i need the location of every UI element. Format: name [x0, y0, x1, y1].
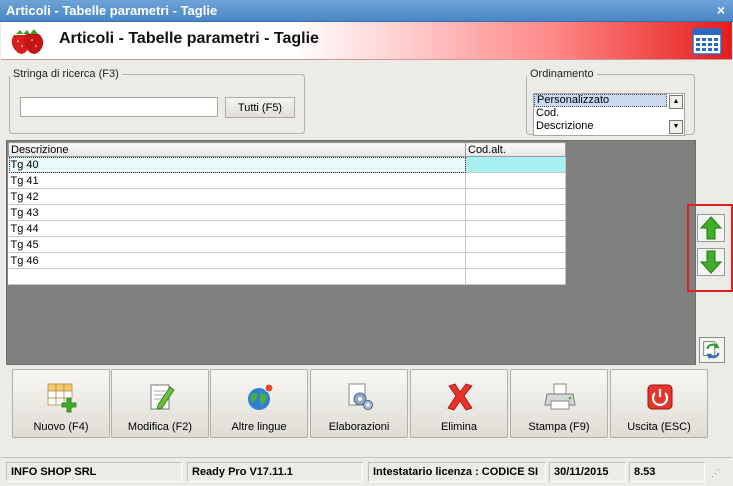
table-row[interactable]: Tg 41: [8, 172, 566, 189]
table-cell[interactable]: [465, 204, 566, 221]
elaborazioni-label: Elaborazioni: [328, 421, 390, 433]
table-cell[interactable]: [465, 156, 566, 173]
ordering-label: Ordinamento: [530, 68, 594, 80]
ordering-option[interactable]: Descrizione: [534, 120, 667, 133]
altre-lingue-label: Altre lingue: [231, 421, 287, 433]
ordering-group: Ordinamento Personalizzato Cod. Descrizi…: [526, 68, 695, 136]
window-titlebar: Articoli - Tabelle parametri - Taglie ×: [0, 0, 733, 22]
delete-icon: [447, 383, 473, 411]
search-label: Stringa di ricerca (F3): [13, 68, 119, 80]
main-body: Stringa di ricerca (F3) Tutti (F5) Ordin…: [1, 61, 733, 456]
table-cell[interactable]: [465, 252, 566, 269]
table-cell[interactable]: Tg 40: [8, 156, 466, 173]
edit-icon: [150, 384, 175, 410]
status-version: Ready Pro V17.11.1: [187, 462, 363, 482]
page-title: Articoli - Tabelle parametri - Taglie: [59, 30, 319, 47]
status-time: 8.53: [629, 462, 705, 482]
status-date: 30/11/2015: [549, 462, 626, 482]
elaborazioni-button[interactable]: Elaborazioni: [310, 369, 408, 438]
gears-document-icon: [348, 383, 373, 410]
status-bar: INFO SHOP SRL Ready Pro V17.11.1 Intesta…: [1, 457, 732, 485]
globe-icon: [248, 383, 274, 410]
close-icon[interactable]: ×: [717, 2, 725, 18]
power-icon: [647, 384, 673, 410]
status-license: Intestatario licenza : CODICE SI: [368, 462, 546, 482]
grid-area: Descrizione Cod.alt. Tg 40 Tg 41 Tg 42 T…: [6, 140, 696, 365]
refresh-icon[interactable]: [699, 337, 725, 363]
table-cell[interactable]: [465, 172, 566, 189]
nuovo-label: Nuovo (F4): [33, 421, 89, 433]
elimina-label: Elimina: [440, 421, 478, 433]
window-title: Articoli - Tabelle parametri - Taglie: [6, 3, 218, 18]
table-cell[interactable]: [465, 268, 566, 285]
stampa-button[interactable]: Stampa (F9): [510, 369, 608, 438]
action-toolbar: Nuovo (F4) Modifica (F2) Altre lingue El…: [12, 369, 712, 439]
uscita-button[interactable]: Uscita (ESC): [610, 369, 708, 438]
status-company: INFO SHOP SRL: [6, 462, 182, 482]
table-cell[interactable]: Tg 46: [8, 252, 466, 269]
elimina-button[interactable]: Elimina: [410, 369, 508, 438]
calendar-icon[interactable]: [692, 27, 722, 55]
stampa-label: Stampa (F9): [528, 421, 590, 433]
modifica-label: Modifica (F2): [127, 421, 193, 433]
table-row[interactable]: Tg 46: [8, 252, 566, 269]
search-input[interactable]: [20, 97, 218, 117]
table-cell[interactable]: Tg 43: [8, 204, 466, 221]
table-cell[interactable]: Tg 42: [8, 188, 466, 205]
table-cell[interactable]: [8, 268, 466, 285]
strawberry-icon: [11, 29, 44, 54]
table-cell[interactable]: Tg 41: [8, 172, 466, 189]
table-row[interactable]: Tg 40: [8, 156, 566, 173]
table-row[interactable]: Tg 43: [8, 204, 566, 221]
row-order-controls: [687, 204, 733, 292]
nuovo-button[interactable]: Nuovo (F4): [12, 369, 110, 438]
arrow-down-icon[interactable]: [697, 248, 725, 276]
table-cell[interactable]: Tg 44: [8, 220, 466, 237]
altre-lingue-button[interactable]: Altre lingue: [210, 369, 308, 438]
scroll-down-icon[interactable]: ▼: [669, 120, 683, 134]
header-banner: Articoli - Tabelle parametri - Taglie: [1, 22, 732, 60]
ordering-scrollbar[interactable]: ▲ ▼: [668, 94, 684, 135]
table-row[interactable]: Tg 45: [8, 236, 566, 253]
uscita-label: Uscita (ESC): [627, 421, 691, 433]
new-grid-icon: [47, 383, 77, 413]
search-group: Stringa di ricerca (F3) Tutti (F5): [9, 68, 305, 134]
sizes-table: Descrizione Cod.alt. Tg 40 Tg 41 Tg 42 T…: [8, 142, 566, 285]
resize-grip-icon[interactable]: ⋰: [711, 468, 720, 479]
table-cell[interactable]: [465, 220, 566, 237]
arrow-up-icon[interactable]: [697, 214, 725, 242]
printer-icon: [544, 383, 576, 410]
ordering-option[interactable]: Cod.: [534, 107, 667, 120]
table-cell[interactable]: Tg 45: [8, 236, 466, 253]
ordering-option[interactable]: Personalizzato: [534, 94, 667, 107]
table-row[interactable]: Tg 44: [8, 220, 566, 237]
ordering-listbox[interactable]: Personalizzato Cod. Descrizione ▲ ▼: [533, 93, 685, 136]
table-row[interactable]: [8, 268, 566, 285]
tutti-button[interactable]: Tutti (F5): [225, 97, 295, 118]
scroll-up-icon[interactable]: ▲: [669, 95, 683, 109]
table-row[interactable]: Tg 42: [8, 188, 566, 205]
modifica-button[interactable]: Modifica (F2): [111, 369, 209, 438]
column-header-codalt[interactable]: Cod.alt.: [465, 142, 566, 157]
table-cell[interactable]: [465, 236, 566, 253]
table-cell[interactable]: [465, 188, 566, 205]
column-header-descrizione[interactable]: Descrizione: [8, 142, 466, 157]
